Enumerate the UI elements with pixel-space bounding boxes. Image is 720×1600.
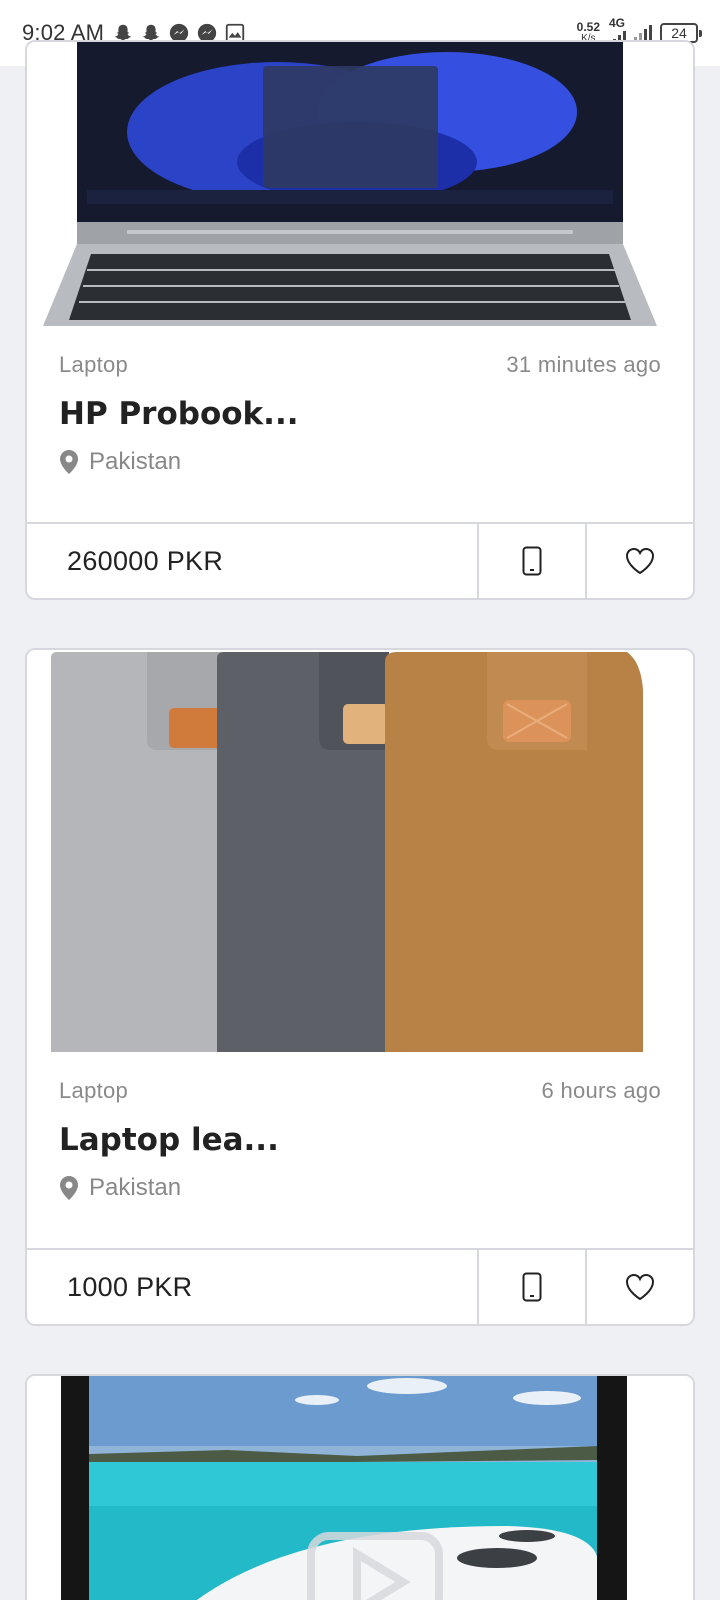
favorite-button[interactable] [585,1250,693,1324]
listing-image[interactable] [27,1376,693,1600]
call-button[interactable] [477,1250,585,1324]
phone-icon [522,1272,542,1302]
listing-details: Laptop 31 minutes ago HP Probook... Paki… [27,326,693,476]
location-pin-icon [60,450,78,474]
listing-action-bar: 260000 PKR [27,522,693,598]
listing-price: 1000 PKR [67,1271,193,1302]
call-button[interactable] [477,524,585,598]
listing-card[interactable]: Laptop 6 hours ago Laptop lea... Pakista… [25,648,695,1326]
listing-details: Laptop 6 hours ago Laptop lea... Pakista… [27,1052,693,1202]
listing-card[interactable]: Laptop 31 minutes ago HP Probook... Paki… [25,40,695,600]
listing-image[interactable] [27,650,693,1052]
phone-icon [522,546,542,576]
listing-location-text: Pakistan [89,448,182,475]
listing-card[interactable] [25,1374,695,1600]
listing-time: 6 hours ago [541,1078,661,1103]
laptop-image [27,42,693,326]
heart-icon [625,1273,655,1301]
favorite-button[interactable] [585,524,693,598]
listing-price: 260000 PKR [67,545,224,576]
listing-category: Laptop [59,1078,129,1103]
tablet-image [27,1376,693,1600]
laptop-sleeve-image [27,650,693,1052]
listing-location-text: Pakistan [89,1174,182,1201]
listing-location: Pakistan [59,448,661,476]
listing-title[interactable]: HP Probook... [59,396,661,432]
network-type: 4G [608,16,625,30]
listing-title[interactable]: Laptop lea... [59,1122,661,1158]
listing-action-bar: 1000 PKR [27,1248,693,1324]
listing-category: Laptop [59,352,129,377]
listing-image[interactable] [27,42,693,326]
listing-location: Pakistan [59,1174,661,1202]
location-pin-icon [60,1176,78,1200]
heart-icon [625,547,655,575]
listing-time: 31 minutes ago [506,352,661,377]
